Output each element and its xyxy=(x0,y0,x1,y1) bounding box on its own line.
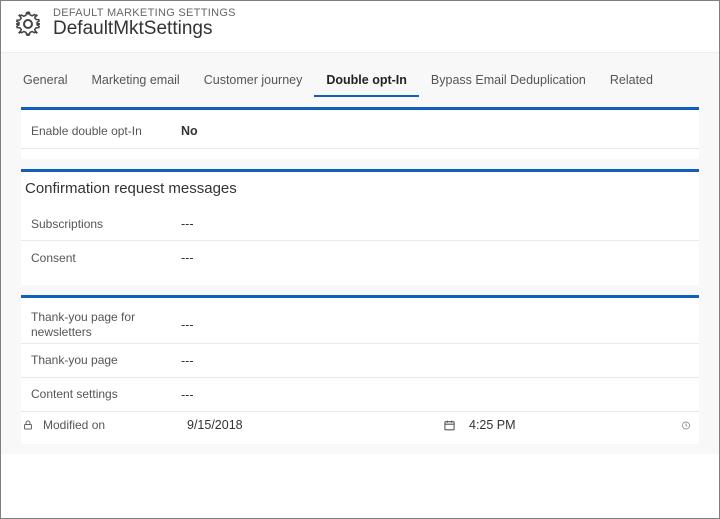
section-confirmation: Confirmation request messages Subscripti… xyxy=(21,169,699,285)
tab-customer-journey[interactable]: Customer journey xyxy=(192,67,315,97)
tab-marketing-email[interactable]: Marketing email xyxy=(79,67,191,97)
section-thankyou: Thank-you page for newsletters --- Thank… xyxy=(21,295,699,444)
settings-page: DEFAULT MARKETING SETTINGS DefaultMktSet… xyxy=(0,0,720,519)
content-settings-value[interactable]: --- xyxy=(181,388,194,402)
modified-on-time: 4:25 PM xyxy=(469,418,675,432)
modified-on-row: Modified on 9/15/2018 4:25 PM xyxy=(21,412,699,434)
tab-double-opt-in[interactable]: Double opt-In xyxy=(314,67,419,97)
enable-double-optin-label: Enable double opt-In xyxy=(31,124,181,138)
tab-related[interactable]: Related xyxy=(598,67,665,97)
thankyou-page-value[interactable]: --- xyxy=(181,354,194,368)
thankyou-newsletters-label: Thank-you page for newsletters xyxy=(31,310,181,339)
clock-icon[interactable] xyxy=(681,419,695,432)
consent-value[interactable]: --- xyxy=(181,251,194,265)
calendar-icon[interactable] xyxy=(443,419,457,432)
gear-icon xyxy=(13,9,43,39)
section-enable: Enable double opt-In No xyxy=(21,107,699,159)
tabs-bar: General Marketing email Customer journey… xyxy=(1,52,719,454)
modified-on-date: 9/15/2018 xyxy=(187,418,437,432)
content-settings-label: Content settings xyxy=(31,387,181,401)
section-confirmation-title: Confirmation request messages xyxy=(21,172,699,207)
subscriptions-label: Subscriptions xyxy=(31,217,181,231)
thankyou-page-label: Thank-you page xyxy=(31,353,181,367)
consent-label: Consent xyxy=(31,251,181,265)
page-header: DEFAULT MARKETING SETTINGS DefaultMktSet… xyxy=(1,1,719,52)
tab-general[interactable]: General xyxy=(11,67,79,97)
tab-bypass-dedup[interactable]: Bypass Email Deduplication xyxy=(419,67,598,97)
subscriptions-value[interactable]: --- xyxy=(181,217,194,231)
thankyou-newsletters-value[interactable]: --- xyxy=(181,318,194,332)
enable-double-optin-value[interactable]: No xyxy=(181,124,198,138)
lock-icon xyxy=(21,419,35,431)
page-title: DefaultMktSettings xyxy=(53,18,236,40)
modified-on-label: Modified on xyxy=(43,418,179,432)
